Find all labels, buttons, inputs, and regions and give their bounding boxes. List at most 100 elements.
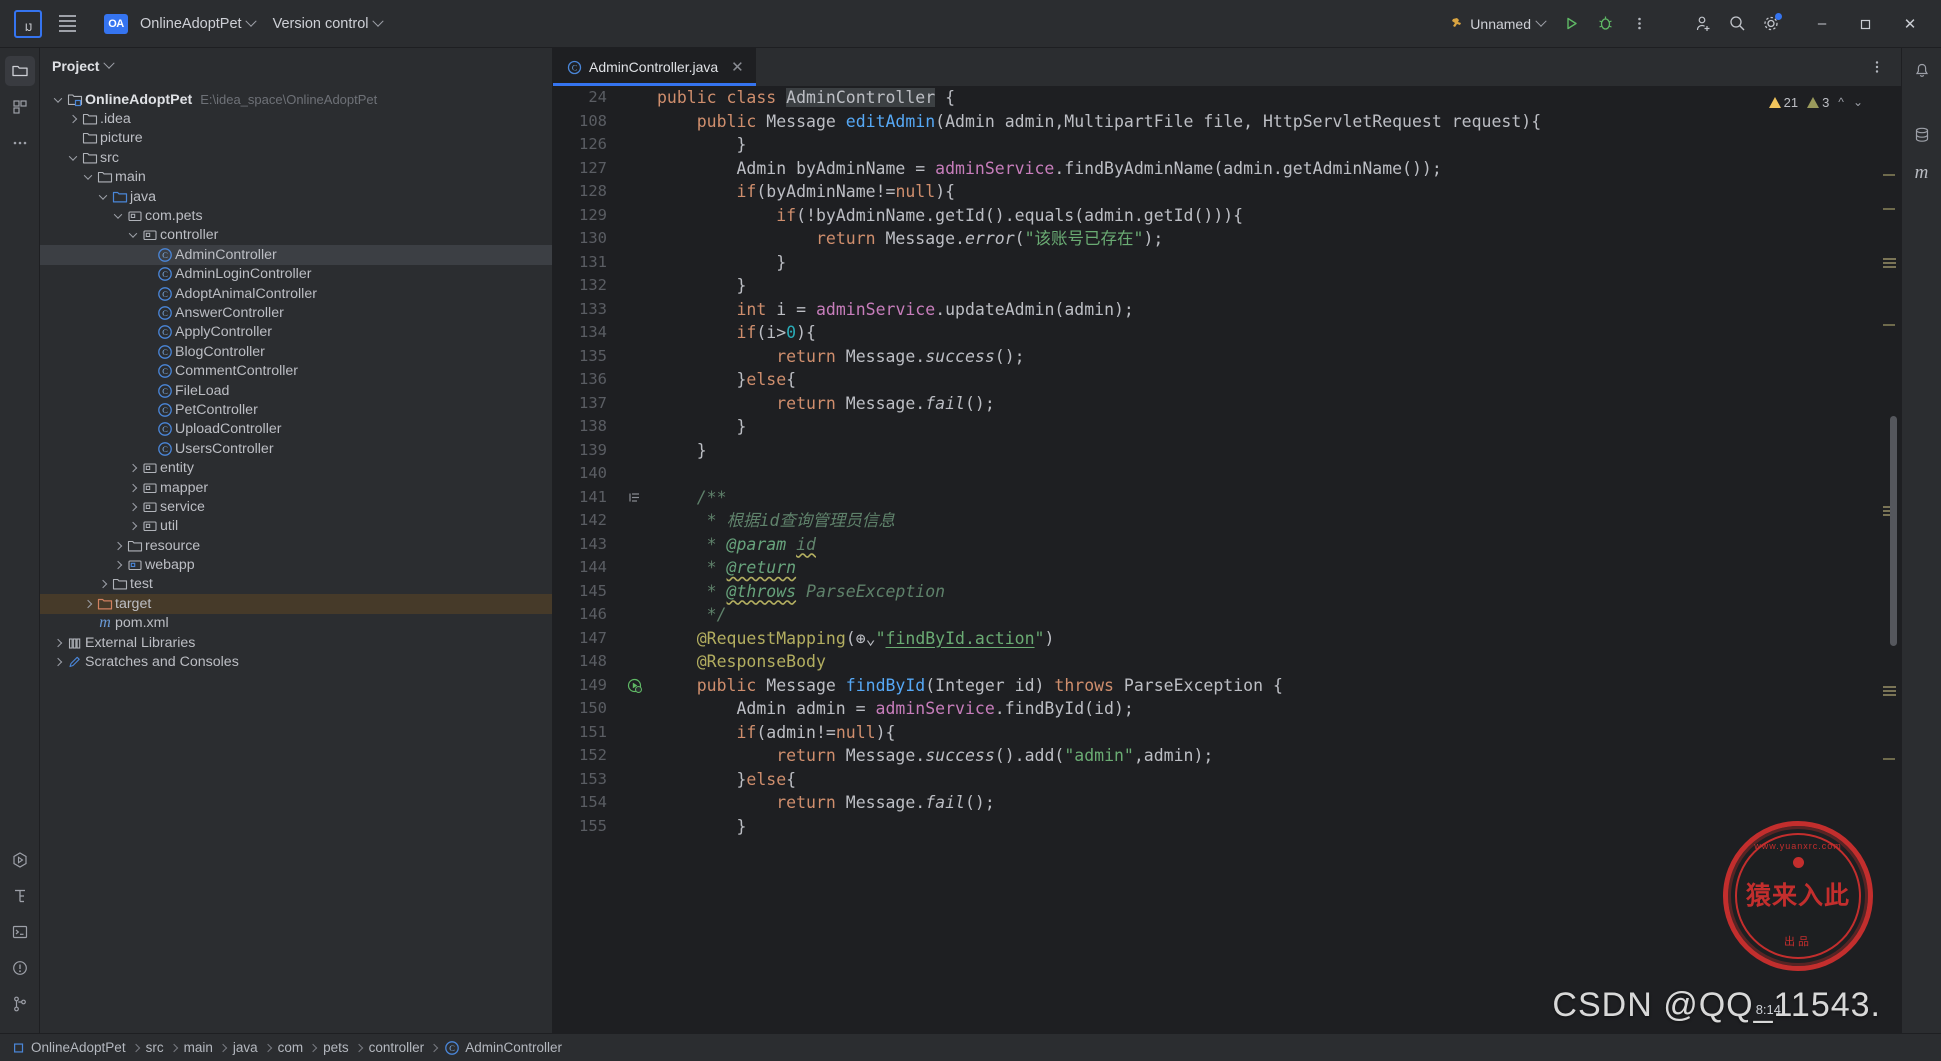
fold-javadoc-icon[interactable] [619,491,649,504]
minimize-button[interactable]: – [1801,7,1843,41]
breadcrumb-item-onlineadoptpet[interactable]: OnlineAdoptPet [12,1040,126,1056]
chevron-right-icon[interactable] [80,599,95,609]
chevron-down-icon[interactable]: ⌄ [1853,91,1863,115]
code-line-152[interactable]: 152 return Message.success().add("admin"… [553,744,1877,768]
code-lines[interactable]: 126 } 127 Admin byAdminName = adminServic… [553,86,1877,838]
code-line-149[interactable]: 149 public Message findById(Integer id) … [553,674,1877,698]
breadcrumb-item-src[interactable]: src [146,1040,164,1055]
chevron-down-icon[interactable] [110,210,125,219]
structure-tool-window-button[interactable] [5,881,35,911]
code-line-144[interactable]: 144 * @return [553,556,1877,580]
tree-node-admincontroller[interactable]: C AdminController [40,245,552,265]
chevron-right-icon[interactable] [110,541,125,550]
tree-node-applycontroller[interactable]: C ApplyController [40,323,552,342]
problems-tool-window-button[interactable] [5,953,35,983]
chevron-down-icon[interactable] [125,229,140,239]
code-line-155[interactable]: 155 } [553,815,1877,839]
tree-node-commentcontroller[interactable]: C CommentController [40,361,552,380]
version-control-menu[interactable]: Version control [265,11,390,37]
chevron-right-icon[interactable] [125,522,140,531]
terminal-tool-window-button[interactable] [5,917,35,947]
tree-node--idea[interactable]: .idea [40,109,552,128]
code-line-138[interactable]: 138 } [553,415,1877,439]
code-line-151[interactable]: 151 if(admin!=null){ [553,721,1877,745]
project-tree[interactable]: OnlineAdoptPet E:\idea_space\OnlineAdoptP… [40,84,552,1033]
tree-node-adminlogincontroller[interactable]: C AdminLoginController [40,265,552,284]
code-line-150[interactable]: 150 Admin admin = adminService.findById(… [553,697,1877,721]
close-icon[interactable]: ✕ [729,58,746,76]
chevron-right-icon[interactable] [125,502,140,512]
maven-m-icon[interactable]: m [1907,158,1937,188]
code-line-142[interactable]: 142 * 根据id查询管理员信息 [553,509,1877,533]
debug-icon[interactable] [1589,8,1621,40]
chevron-down-icon[interactable] [50,94,65,103]
tree-node-fileload[interactable]: C FileLoad [40,381,552,400]
breadcrumb-item-admincontroller[interactable]: C AdminController [444,1040,562,1056]
code-line-129[interactable]: 129 if(!byAdminName.getId().equals(admin… [553,204,1877,228]
version-control-tool-window-button[interactable] [5,989,35,1019]
tree-node-onlineadoptpet[interactable]: OnlineAdoptPet E:\idea_space\OnlineAdoptP… [40,90,552,109]
editor-tab-admincontroller[interactable]: C AdminController.java ✕ [553,48,756,86]
commit-tool-window-button[interactable] [5,92,35,122]
chevron-up-icon[interactable]: ^ [1838,91,1844,115]
tree-node-petcontroller[interactable]: C PetController [40,400,552,419]
chevron-right-icon[interactable] [65,114,80,124]
bell-icon[interactable] [1907,56,1937,86]
chevron-right-icon[interactable] [110,560,125,570]
tree-node-answercontroller[interactable]: C AnswerController [40,303,552,322]
sticky-line-108[interactable]: 108 public Message editAdmin(Admin admin… [553,110,1877,134]
run-tool-window-button[interactable] [5,845,35,875]
tree-node-scratches-and-consoles[interactable]: Scratches and Consoles [40,652,552,671]
code-line-127[interactable]: 127 Admin byAdminName = adminService.fin… [553,157,1877,181]
chevron-down-icon[interactable] [95,190,110,200]
project-tool-window-button[interactable] [4,56,35,86]
close-button[interactable]: ✕ [1889,7,1931,41]
code-line-141[interactable]: 141 /** [553,486,1877,510]
more-vertical-icon[interactable] [1623,8,1655,40]
search-icon[interactable] [1721,8,1753,40]
more-tool-windows-button[interactable] [5,128,35,158]
breadcrumb-item-java[interactable]: java [233,1040,258,1055]
code-editor[interactable]: 126 } 127 Admin byAdminName = adminServic… [553,86,1877,1033]
code-line-147[interactable]: 147 @RequestMapping(⊕⌄"findById.action") [553,627,1877,651]
tree-node-com-pets[interactable]: com.pets [40,206,552,225]
tree-node-mapper[interactable]: mapper [40,478,552,497]
tree-node-src[interactable]: src [40,148,552,167]
code-line-136[interactable]: 136 }else{ [553,368,1877,392]
tree-node-pom-xml[interactable]: m pom.xml [40,614,552,633]
code-line-128[interactable]: 128 if(byAdminName!=null){ [553,180,1877,204]
tree-node-entity[interactable]: entity [40,458,552,477]
code-line-135[interactable]: 135 return Message.success(); [553,345,1877,369]
chevron-right-icon[interactable] [50,638,65,647]
code-line-131[interactable]: 131 } [553,251,1877,275]
breadcrumb-item-com[interactable]: com [278,1040,304,1055]
code-line-133[interactable]: 133 int i = adminService.updateAdmin(adm… [553,298,1877,322]
tree-node-adoptanimalcontroller[interactable]: C AdoptAnimalController [40,284,552,303]
tree-node-util[interactable]: util [40,517,552,536]
weak-warning-count[interactable]: 3 [1807,91,1829,115]
code-line-145[interactable]: 145 * @throws ParseException [553,580,1877,604]
editor-vertical-scrollbar[interactable] [1890,416,1897,646]
chevron-down-icon[interactable] [65,152,80,161]
chevron-right-icon[interactable] [50,657,65,667]
tree-node-uploadcontroller[interactable]: C UploadController [40,420,552,439]
code-line-154[interactable]: 154 return Message.fail(); [553,791,1877,815]
chevron-right-icon[interactable] [125,463,140,473]
editor-marker-column[interactable] [1877,86,1901,1033]
breadcrumb-item-controller[interactable]: controller [369,1040,425,1055]
chevron-right-icon[interactable] [95,580,110,589]
tree-node-service[interactable]: service [40,497,552,516]
breadcrumb-item-pets[interactable]: pets [323,1040,349,1055]
gear-icon[interactable] [1755,8,1787,40]
tree-node-resource[interactable]: resource [40,536,552,555]
tree-node-picture[interactable]: picture [40,129,552,148]
chevron-down-icon[interactable] [103,57,116,69]
inspection-widget[interactable]: 21 3 ^ ⌄ [1768,91,1863,115]
tree-node-target[interactable]: target [40,594,552,614]
tree-node-external-libraries[interactable]: External Libraries [40,633,552,652]
chevron-down-icon[interactable] [80,171,95,181]
database-icon[interactable] [1907,120,1937,150]
chevron-right-icon[interactable] [125,483,140,492]
run-method-gutter-icon[interactable] [619,678,649,693]
maximize-button[interactable] [1845,7,1887,41]
